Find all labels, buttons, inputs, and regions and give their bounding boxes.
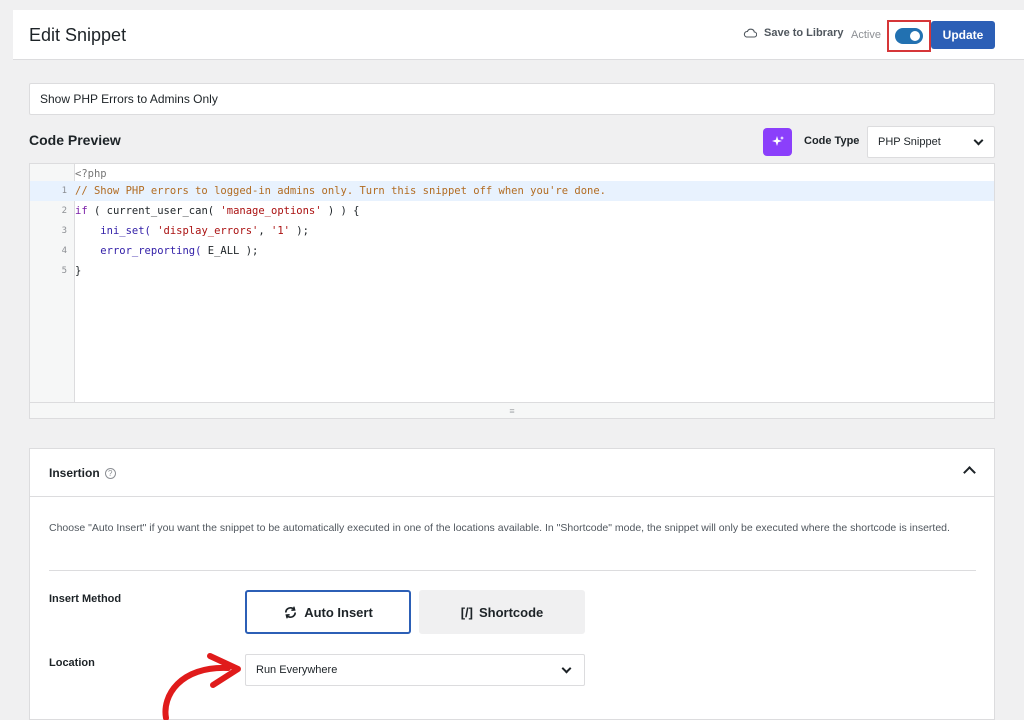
chevron-down-icon [561,663,572,673]
ai-generate-button[interactable] [763,128,792,156]
code-text: ); [289,225,309,237]
toggle-knob [910,31,920,41]
sparkle-icon [771,136,784,146]
auto-insert-button[interactable]: Auto Insert [245,590,411,634]
code-function: current_user_can( [106,205,215,217]
insertion-title-label: Insertion [49,466,100,480]
code-function: error_reporting( [100,245,202,257]
shortcode-label: Shortcode [478,604,544,620]
save-to-library-button[interactable]: Save to Library [743,27,843,39]
line-number: 4 [61,246,67,256]
insertion-panel-header[interactable]: Insertion ? [30,449,994,497]
save-to-library-label: Save to Library [764,27,844,39]
divider [49,570,976,571]
active-toggle-highlight [887,20,931,52]
line-number: 5 [61,266,67,276]
code-comment: // Show PHP errors to logged-in admins o… [75,185,607,197]
page-title: Edit Snippet [29,25,127,45]
code-function: ini_set( [100,225,151,237]
code-line-3: 3 ini_set( 'display_errors', '1' ); [30,221,994,241]
code-type-label: Code Type [804,135,860,147]
location-value: Run Everywhere [256,664,338,676]
insertion-title: Insertion ? [49,466,116,480]
code-text: , [258,225,272,237]
code-text: ( [87,205,107,217]
editor-resize-handle[interactable]: ≡ [30,402,994,418]
chevron-up-icon[interactable] [963,466,976,479]
snippet-title-input[interactable] [29,83,995,115]
php-open-tag: <?php [75,168,107,180]
shortcode-button[interactable]: [/] Shortcode [419,590,585,634]
code-text: E_ALL ); [201,245,259,257]
cloud-icon [743,28,757,38]
location-label: Location [49,657,95,669]
code-text: ) ) { [321,205,360,217]
page-header: Edit Snippet Save to Library Active Upda… [13,10,1024,60]
line-number: 1 [61,186,67,196]
code-text: } [75,265,82,277]
active-toggle[interactable] [895,28,923,44]
auto-insert-label: Auto Insert [304,604,373,620]
chevron-down-icon [973,135,984,145]
update-button[interactable]: Update [931,21,995,49]
insertion-description: Choose "Auto Insert" if you want the sni… [49,522,950,534]
insert-method-label: Insert Method [49,593,122,605]
code-preview-heading: Code Preview [29,132,121,148]
help-icon[interactable]: ? [104,467,116,479]
code-string: 'display_errors' [157,225,259,237]
code-keyword: if [75,205,88,217]
shortcode-icon: [/] [460,604,473,620]
code-line-1: 1 // Show PHP errors to logged-in admins… [30,181,994,201]
sync-icon [285,606,297,618]
resize-grip-icon: ≡ [509,405,515,416]
code-line-2: 2 if ( current_user_can( 'manage_options… [30,201,994,221]
annotation-arrow-icon [162,653,241,720]
code-line-4: 4 error_reporting( E_ALL ); [30,241,994,261]
location-select[interactable]: Run Everywhere [245,654,585,686]
code-type-value: PHP Snippet [878,136,941,148]
code-type-select[interactable]: PHP Snippet [867,126,995,158]
active-label: Active [851,29,881,41]
code-string: '1' [271,225,290,237]
code-editor[interactable]: <?php 1 // Show PHP errors to logged-in … [29,163,995,419]
line-number: 3 [61,226,67,236]
code-string: 'manage_options' [220,205,322,217]
code-line-5: 5 } [30,261,994,281]
line-number: 2 [61,206,67,216]
